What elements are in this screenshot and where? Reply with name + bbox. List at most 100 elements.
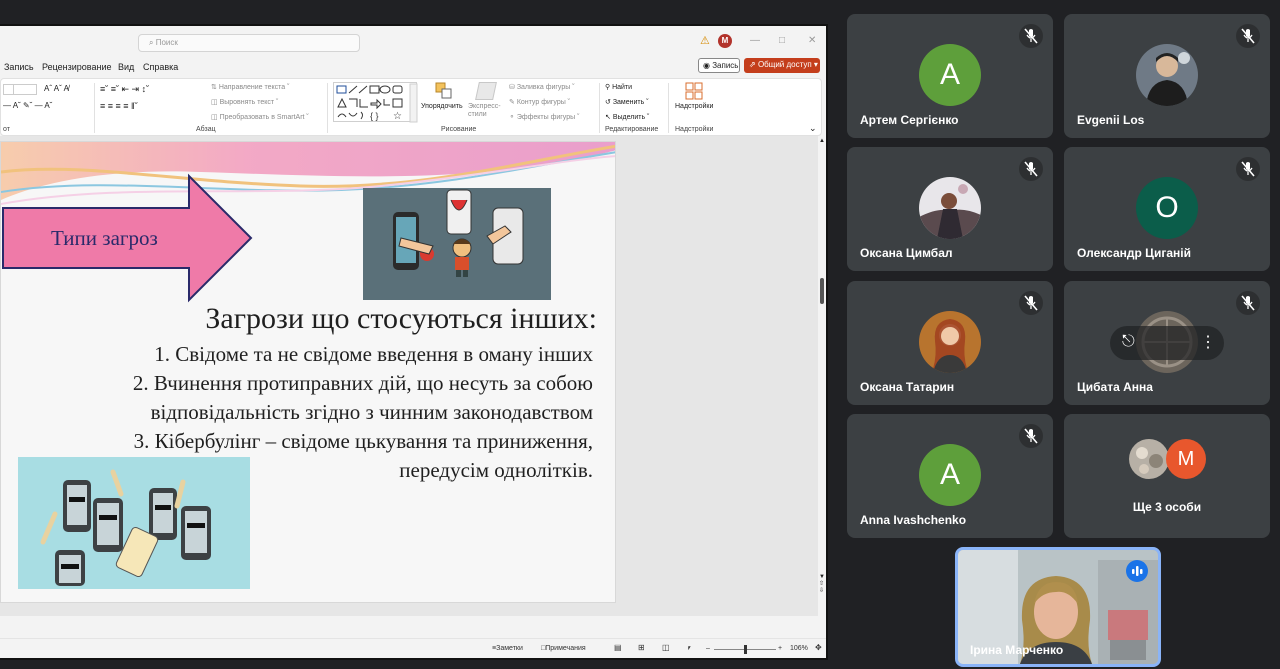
shapes-gallery[interactable]: { } ☆ — [333, 82, 418, 123]
menu-review[interactable]: Рецензирование — [42, 62, 112, 72]
menu-help[interactable]: Справка — [143, 62, 178, 72]
slide-sorter-icon[interactable]: ⊞ — [638, 643, 645, 652]
more-options-icon[interactable]: ⋮ — [1200, 332, 1216, 352]
ribbon-collapse-icon[interactable]: ⌄ — [809, 123, 817, 134]
shape-effects-button[interactable]: ⚬ Эффекты фигуры ˘ — [509, 113, 579, 121]
vertical-scrollbar[interactable] — [818, 136, 826, 616]
self-view-tile[interactable]: Ірина Марченко — [955, 547, 1161, 667]
avatar: О — [1136, 177, 1198, 239]
user-avatar[interactable]: M — [718, 34, 732, 48]
participant-tile[interactable]: ⎋ ⋮ Цибата Анна — [1064, 281, 1270, 405]
participant-name: Anna Ivashchenko — [860, 513, 967, 527]
search-input[interactable]: ⌕ Поиск — [138, 34, 360, 52]
zoom-out-icon[interactable]: – — [706, 645, 710, 652]
comments-button[interactable]: □Примечания — [541, 645, 586, 652]
pin-icon[interactable]: ⎋ — [1122, 333, 1135, 351]
find-button[interactable]: ⚲ Найти — [605, 83, 632, 91]
quick-styles-icon[interactable] — [475, 82, 497, 100]
speaking-indicator-icon — [1126, 560, 1148, 582]
arrange-icon[interactable] — [435, 82, 453, 100]
bullying-phones-image — [18, 457, 250, 589]
ribbon-separator — [599, 83, 600, 133]
svg-text:{ }: { } — [370, 111, 379, 121]
restore-icon[interactable]: □ — [779, 35, 785, 46]
select-button[interactable]: ↖ Выделить ˘ — [605, 113, 649, 121]
mic-off-icon — [1236, 291, 1260, 315]
avatar — [919, 177, 981, 239]
zoom-level[interactable]: 106% — [790, 645, 808, 652]
slide-line-1: 1. Свідоме та не свідоме введення в оман… — [154, 342, 593, 366]
participant-tile[interactable]: Оксана Татарин — [847, 281, 1053, 405]
participant-tile[interactable]: А Anna Ivashchenko — [847, 414, 1053, 538]
record-button[interactable]: ◉ Запись — [698, 58, 740, 73]
ribbon-separator — [94, 83, 95, 133]
share-button[interactable]: ⇗ Общий доступ ▾ — [744, 58, 820, 73]
cyberbullying-image — [363, 188, 551, 300]
shape-fill-button[interactable]: ⛁ Заливка фигуры ˘ — [509, 83, 575, 91]
participant-tile[interactable]: О Олександр Циганій — [1064, 147, 1270, 271]
arrow-label: Типи загроз — [51, 226, 158, 250]
participant-tile[interactable]: Оксана Цимбал — [847, 147, 1053, 271]
avatar: M — [1166, 439, 1206, 479]
mic-off-icon — [1019, 157, 1043, 181]
zoom-slider-thumb[interactable] — [744, 645, 747, 654]
participant-tile[interactable]: Evgenii Los — [1064, 14, 1270, 138]
slide-line-3: відповідальність згідно з чинним законод… — [150, 400, 593, 424]
slide-line-4: 3. Кібербулінг – свідоме цькування та пр… — [133, 429, 593, 453]
zoom-in-icon[interactable]: + — [778, 645, 782, 652]
search-placeholder: Поиск — [155, 38, 178, 47]
shapes-icon: { } ☆ — [336, 83, 418, 123]
share-icon: ⇗ — [749, 60, 756, 69]
avatar — [1136, 44, 1198, 106]
fit-slide-icon[interactable]: ✥ — [815, 643, 822, 652]
mic-off-icon — [1236, 24, 1260, 48]
slide-line-5: передусім однолітків. — [399, 458, 593, 482]
shape-outline-button[interactable]: ✎ Контур фигуры ˘ — [509, 98, 570, 106]
smartart-button[interactable]: ◫ Преобразовать в SmartArt ˘ — [211, 113, 309, 121]
meeting-stage: ⌕ Поиск ⚠ M — □ ✕ Запись Рецензирование … — [0, 0, 1280, 669]
mic-off-icon — [1019, 24, 1043, 48]
notes-button[interactable]: ≡Заметки — [492, 645, 523, 652]
reading-view-icon[interactable]: ◫ — [662, 643, 670, 652]
warning-icon[interactable]: ⚠ — [700, 35, 712, 47]
participant-name: Ще 3 особи — [1132, 500, 1202, 514]
record-button-label: Запись — [712, 61, 739, 70]
list-icons[interactable]: ≡˘ ≡˘ ⇤ ⇥ ↕˘ — [100, 84, 149, 95]
normal-view-icon[interactable]: ▤ — [614, 643, 622, 652]
slide[interactable]: Типи загроз Загрози що стосуються інших:… — [0, 141, 616, 603]
avatar: А — [919, 444, 981, 506]
align-icons[interactable]: ≡ ≡ ≡ ≡ ‖˘ — [100, 101, 138, 111]
group-label-font: от — [3, 126, 10, 133]
font-grow-icon[interactable]: Aˆ Aˇ A̸ — [44, 84, 69, 93]
menu-view[interactable]: Вид — [118, 62, 134, 72]
replace-button[interactable]: ↺ Заменить ˘ — [605, 98, 649, 106]
addins-label[interactable]: Надстройки — [675, 103, 713, 110]
participant-name: Evgenii Los — [1077, 113, 1145, 127]
participant-name: Артем Сергієнко — [860, 113, 959, 127]
menu-record[interactable]: Запись — [4, 62, 34, 72]
quick-styles-label[interactable]: Экспресс-стили — [468, 103, 506, 119]
slide-line-2: 2. Вчинення протиправних дій, що несуть … — [132, 371, 593, 395]
align-text-button[interactable]: ◫ Выровнять текст ˘ — [211, 98, 278, 106]
group-label-drawing: Рисование — [441, 126, 477, 133]
participant-name: Оксана Цимбал — [860, 246, 953, 260]
close-icon[interactable]: ✕ — [808, 35, 816, 46]
font-size-combo[interactable] — [13, 84, 37, 95]
avatar — [1129, 439, 1169, 479]
scroll-up-icon[interactable]: ▲ — [819, 138, 825, 144]
scrollbar-thumb[interactable] — [820, 278, 824, 304]
scroll-page-icons[interactable]: ▼ ⇧ ⇩ — [819, 574, 825, 595]
participant-tile[interactable]: А Артем Сергієнко — [847, 14, 1053, 138]
text-direction-button[interactable]: ⇅ Направление текста ˘ — [211, 83, 289, 91]
participant-name: Олександр Циганій — [1077, 246, 1191, 260]
slideshow-icon[interactable]: ⎖ — [686, 643, 692, 653]
share-button-label: Общий доступ — [757, 60, 812, 69]
font-color-icons[interactable]: — A˘ ✎˘ — A˘ — [3, 101, 52, 110]
more-participants-tile[interactable]: M Ще 3 особи — [1064, 414, 1270, 538]
arrange-label[interactable]: Упорядочить — [421, 103, 463, 110]
slide-title: Загрози що стосуються інших: — [205, 302, 597, 335]
avatar: А — [919, 44, 981, 106]
ribbon-separator — [327, 83, 328, 133]
minimize-icon[interactable]: — — [750, 35, 760, 46]
addins-icon[interactable] — [685, 82, 703, 100]
